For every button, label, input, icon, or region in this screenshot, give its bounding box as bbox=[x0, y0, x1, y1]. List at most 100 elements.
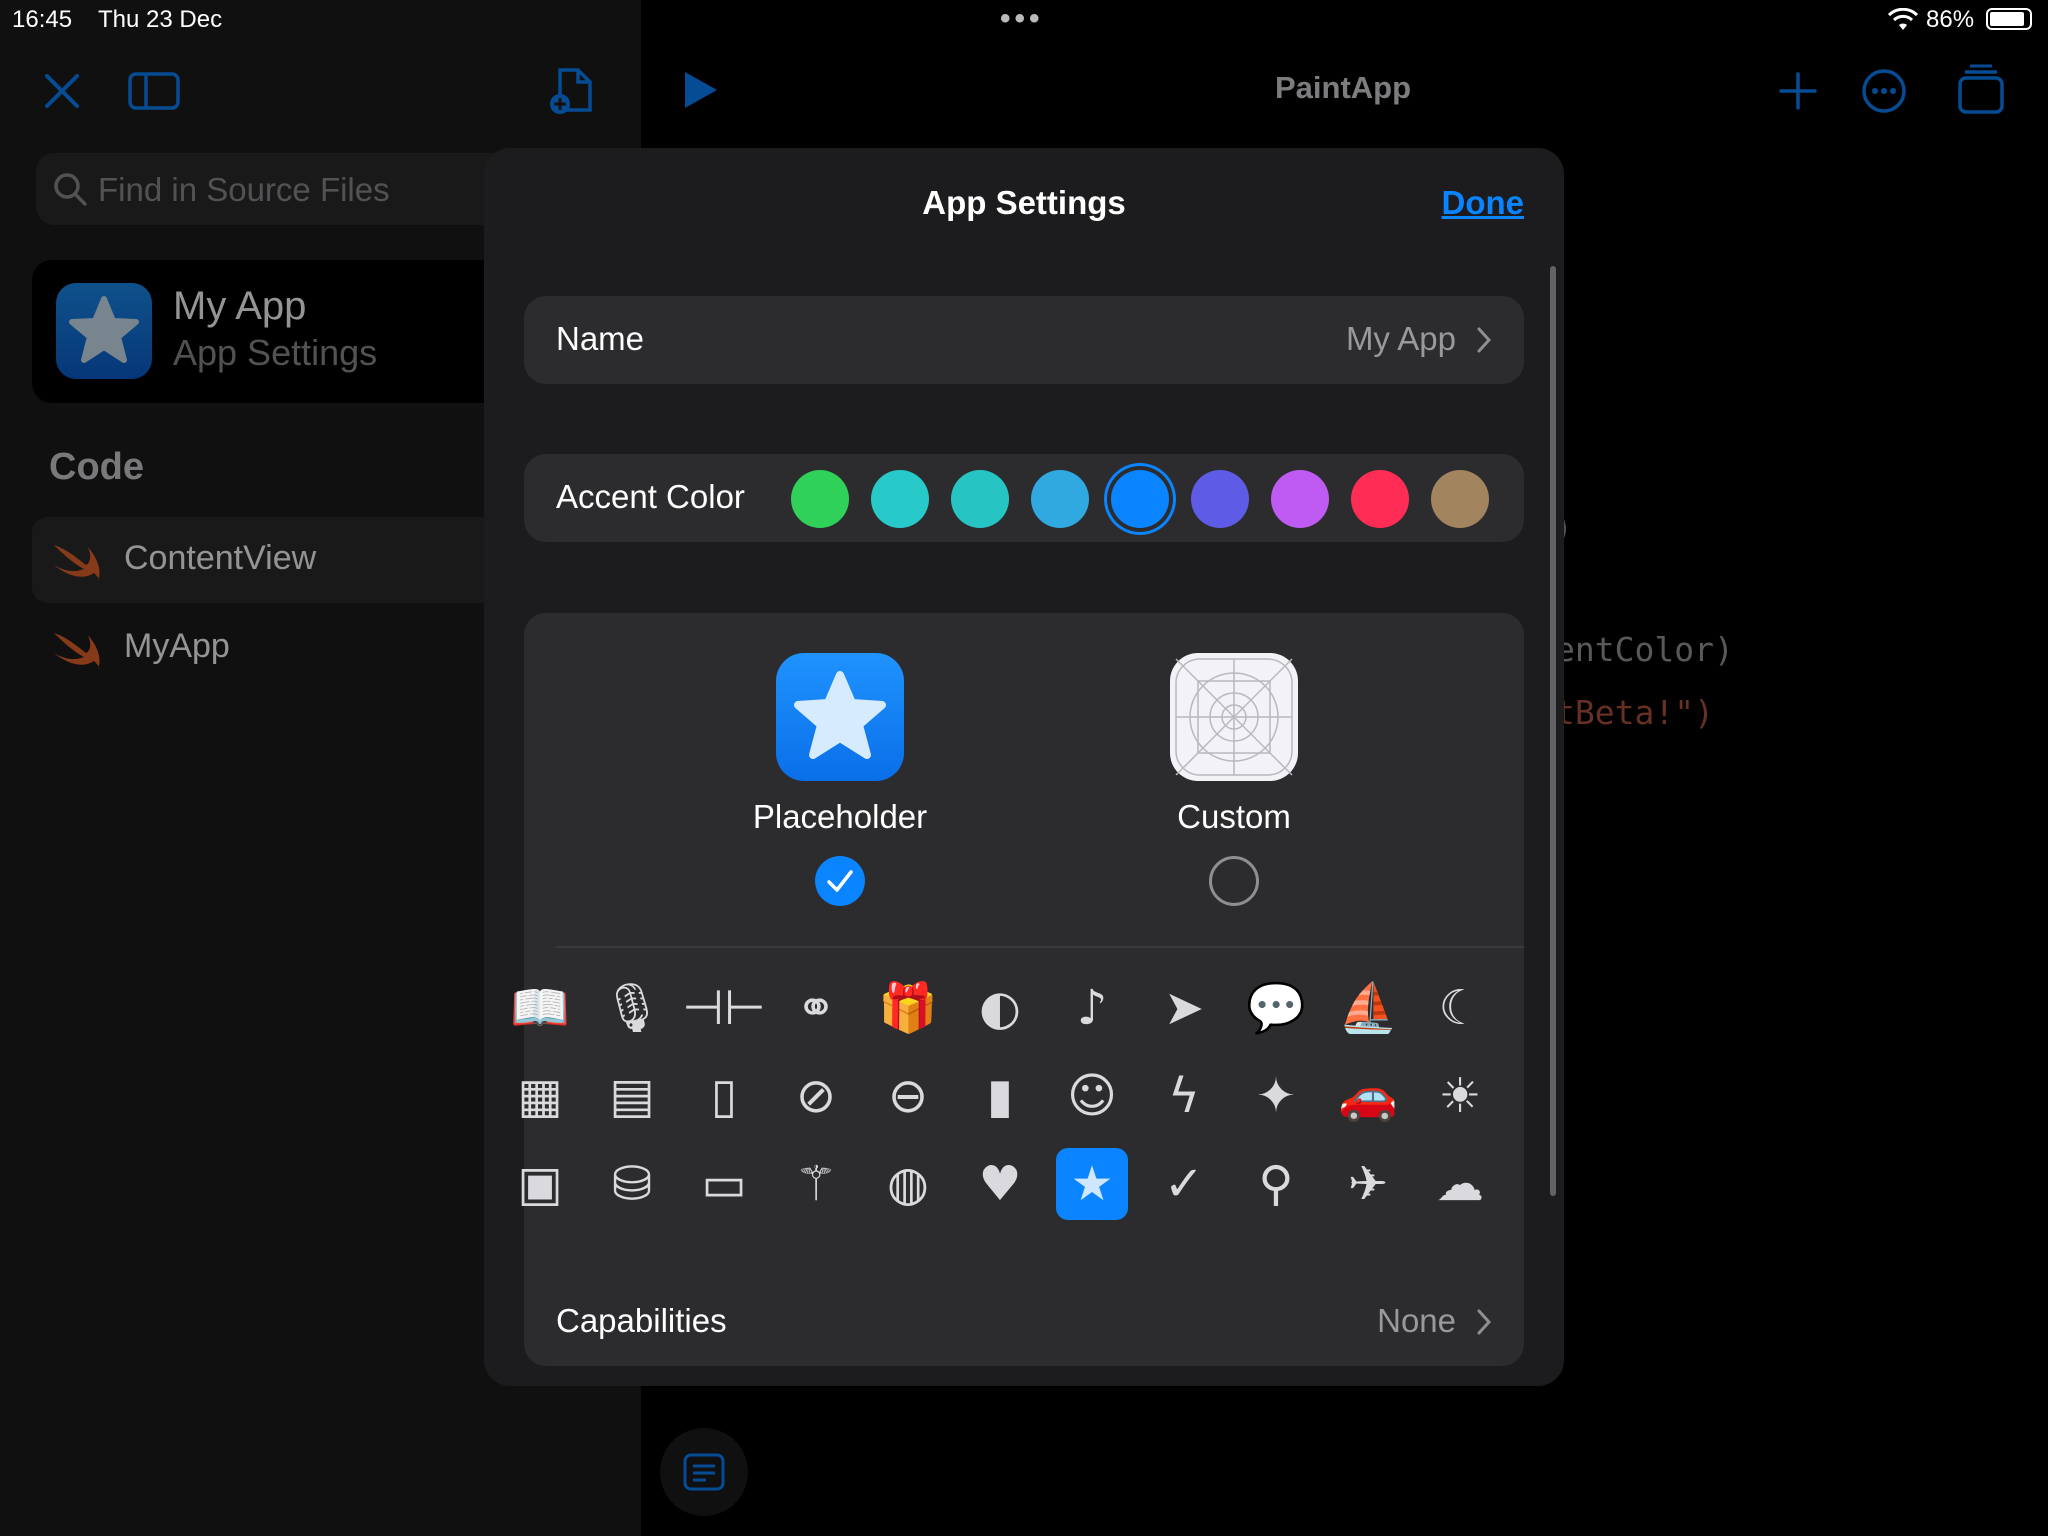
sparkles-icon: ✦ bbox=[1255, 1068, 1297, 1124]
glyph-option[interactable]: ☁ bbox=[1424, 1148, 1496, 1220]
name-label: Name bbox=[556, 320, 645, 357]
icon-card: Placeholder Custom 📖 🎙 ⊣⊢ ⚭ 🎁 ◐ ♪ ➤ 💬 ⛵ ☾ ▦ ▤ ▯ ⊘ ⊖ ▮ ☺ ϟ ✦… bbox=[510, 613, 1524, 1355]
glyph-option[interactable]: 📖 bbox=[504, 972, 576, 1044]
accent-swatch[interactable] bbox=[1431, 470, 1489, 528]
status-date: Thu 23 Dec bbox=[98, 6, 223, 33]
divider bbox=[556, 946, 1524, 948]
photo-icon: ▣ bbox=[517, 1156, 563, 1212]
archive-box-icon: ▤ bbox=[609, 1068, 655, 1124]
microphone-icon: 🎙 bbox=[601, 980, 663, 1036]
glyph-option[interactable]: ▦ bbox=[504, 1060, 576, 1132]
heart-icon: ♥ bbox=[978, 1156, 1022, 1212]
glyph-option[interactable]: ▯ bbox=[688, 1060, 760, 1132]
sun-icon: ☀ bbox=[1438, 1068, 1482, 1124]
airplane-icon: ✈ bbox=[1347, 1156, 1389, 1212]
glyph-option[interactable]: ♪ bbox=[1056, 972, 1128, 1044]
gift-icon: 🎁 bbox=[878, 980, 938, 1036]
glyph-option[interactable]: 🎙 bbox=[596, 972, 668, 1044]
glyph-option[interactable]: ⚚ bbox=[780, 1148, 852, 1220]
done-button[interactable]: Done bbox=[1442, 184, 1525, 222]
binoculars-icon: ⚭ bbox=[795, 980, 837, 1036]
glyph-option[interactable]: ♥ bbox=[964, 1148, 1036, 1220]
calculator-icon: ▦ bbox=[517, 1068, 563, 1124]
glyph-option[interactable]: ⚲ bbox=[1240, 1148, 1312, 1220]
ufo-icon: ⊖ bbox=[887, 1068, 929, 1124]
glyph-option[interactable]: ✦ bbox=[1240, 1060, 1312, 1132]
accent-color-label: Accent Color bbox=[556, 478, 745, 515]
checkmark-icon bbox=[827, 870, 853, 892]
custom-label: Custom bbox=[1177, 798, 1291, 835]
glyph-option[interactable]: ▮ bbox=[964, 1060, 1036, 1132]
glyph-option[interactable]: ▣ bbox=[504, 1148, 576, 1220]
chevron-right-icon bbox=[1477, 327, 1492, 353]
accent-swatch[interactable] bbox=[1351, 470, 1409, 528]
glyph-option[interactable]: ✓ bbox=[1148, 1148, 1220, 1220]
glyph-option[interactable]: ➤ bbox=[1148, 972, 1220, 1044]
placeholder-label: Placeholder bbox=[752, 798, 928, 835]
custom-icon-option[interactable] bbox=[1170, 653, 1298, 781]
sailboat-icon: ⛵ bbox=[1338, 980, 1398, 1036]
glyph-option[interactable]: ★ bbox=[1056, 1148, 1128, 1220]
music-note-icon: ♪ bbox=[1076, 980, 1108, 1036]
glyph-option[interactable]: ✈ bbox=[1332, 1148, 1404, 1220]
document-icon: ▯ bbox=[710, 1068, 738, 1124]
glyph-option[interactable]: ☺ bbox=[1056, 1060, 1128, 1132]
battery-icon bbox=[1986, 8, 2032, 30]
car-icon: 🚗 bbox=[1338, 1068, 1398, 1124]
glyph-option[interactable]: ⊘ bbox=[780, 1060, 852, 1132]
capabilities-row[interactable]: Capabilities None bbox=[524, 1278, 1524, 1366]
coins-icon: ⛁ bbox=[611, 1156, 653, 1212]
multitasking-dots-icon[interactable]: ••• bbox=[1000, 2, 1044, 36]
speech-bubble-icon: 💬 bbox=[1246, 980, 1306, 1036]
accent-swatch[interactable] bbox=[791, 470, 849, 528]
bar-chart-icon: ▮ bbox=[986, 1068, 1014, 1124]
accent-swatch[interactable] bbox=[1191, 470, 1249, 528]
wifi-icon bbox=[1888, 8, 1918, 30]
scrollbar[interactable] bbox=[1550, 266, 1556, 1196]
glyph-option[interactable]: ϟ bbox=[1148, 1060, 1220, 1132]
checkmark-icon: ✓ bbox=[1163, 1156, 1205, 1212]
glyph-option[interactable]: ⊖ bbox=[872, 1060, 944, 1132]
beachball-icon: ◐ bbox=[979, 980, 1021, 1036]
app-settings-modal: App Settings Done Name My App Accent Col… bbox=[484, 148, 1564, 1386]
smiley-icon: ☺ bbox=[1066, 1068, 1118, 1124]
glyph-option[interactable]: ⚭ bbox=[780, 972, 852, 1044]
glyph-option[interactable]: 🚗 bbox=[1332, 1060, 1404, 1132]
accent-swatch[interactable] bbox=[1031, 470, 1089, 528]
battery-percent: 86% bbox=[1926, 6, 1975, 33]
custom-radio[interactable] bbox=[1209, 856, 1259, 906]
modal-title: App Settings bbox=[922, 184, 1126, 221]
lightning-icon: ϟ bbox=[1168, 1068, 1200, 1124]
glyph-option[interactable]: ◍ bbox=[872, 1148, 944, 1220]
name-row[interactable]: Name My App bbox=[524, 296, 1524, 384]
cloud-icon: ☁ bbox=[1436, 1156, 1484, 1212]
placeholder-radio[interactable] bbox=[815, 856, 865, 906]
bandage-icon: ⊘ bbox=[795, 1068, 837, 1124]
custom-tile bbox=[1170, 653, 1298, 781]
glyph-option[interactable]: ⊣⊢ bbox=[682, 972, 766, 1044]
accent-swatch[interactable] bbox=[871, 470, 929, 528]
capabilities-value: None bbox=[1377, 1302, 1456, 1339]
glyph-option[interactable]: ⛵ bbox=[1332, 972, 1404, 1044]
monitor-icon: ▭ bbox=[701, 1156, 747, 1212]
placeholder-icon-option[interactable] bbox=[776, 653, 904, 781]
chevron-right-icon bbox=[1477, 1309, 1492, 1335]
status-time: 16:45 bbox=[12, 6, 73, 33]
placeholder-tile bbox=[776, 653, 904, 781]
glyph-option[interactable]: ⛁ bbox=[596, 1148, 668, 1220]
glyph-option[interactable]: 💬 bbox=[1240, 972, 1312, 1044]
glyph-option[interactable]: ▤ bbox=[596, 1060, 668, 1132]
glyph-option[interactable]: ☀ bbox=[1424, 1060, 1496, 1132]
glyph-option[interactable]: ▭ bbox=[688, 1148, 760, 1220]
glyph-option[interactable]: 🎁 bbox=[872, 972, 944, 1044]
dumbbell-icon: ⊣⊢ bbox=[682, 980, 766, 1036]
accent-swatch[interactable] bbox=[1271, 470, 1329, 528]
moon-icon: ☾ bbox=[1438, 980, 1482, 1036]
glyph-option[interactable]: ☾ bbox=[1424, 972, 1496, 1044]
book-icon: 📖 bbox=[510, 980, 570, 1036]
glyph-option[interactable]: ◐ bbox=[964, 972, 1036, 1044]
magic-wand-icon: ⚚ bbox=[794, 1156, 838, 1212]
accent-swatch[interactable] bbox=[1111, 470, 1169, 528]
accent-swatch[interactable] bbox=[951, 470, 1009, 528]
icon-grid-template-icon bbox=[1175, 658, 1293, 776]
